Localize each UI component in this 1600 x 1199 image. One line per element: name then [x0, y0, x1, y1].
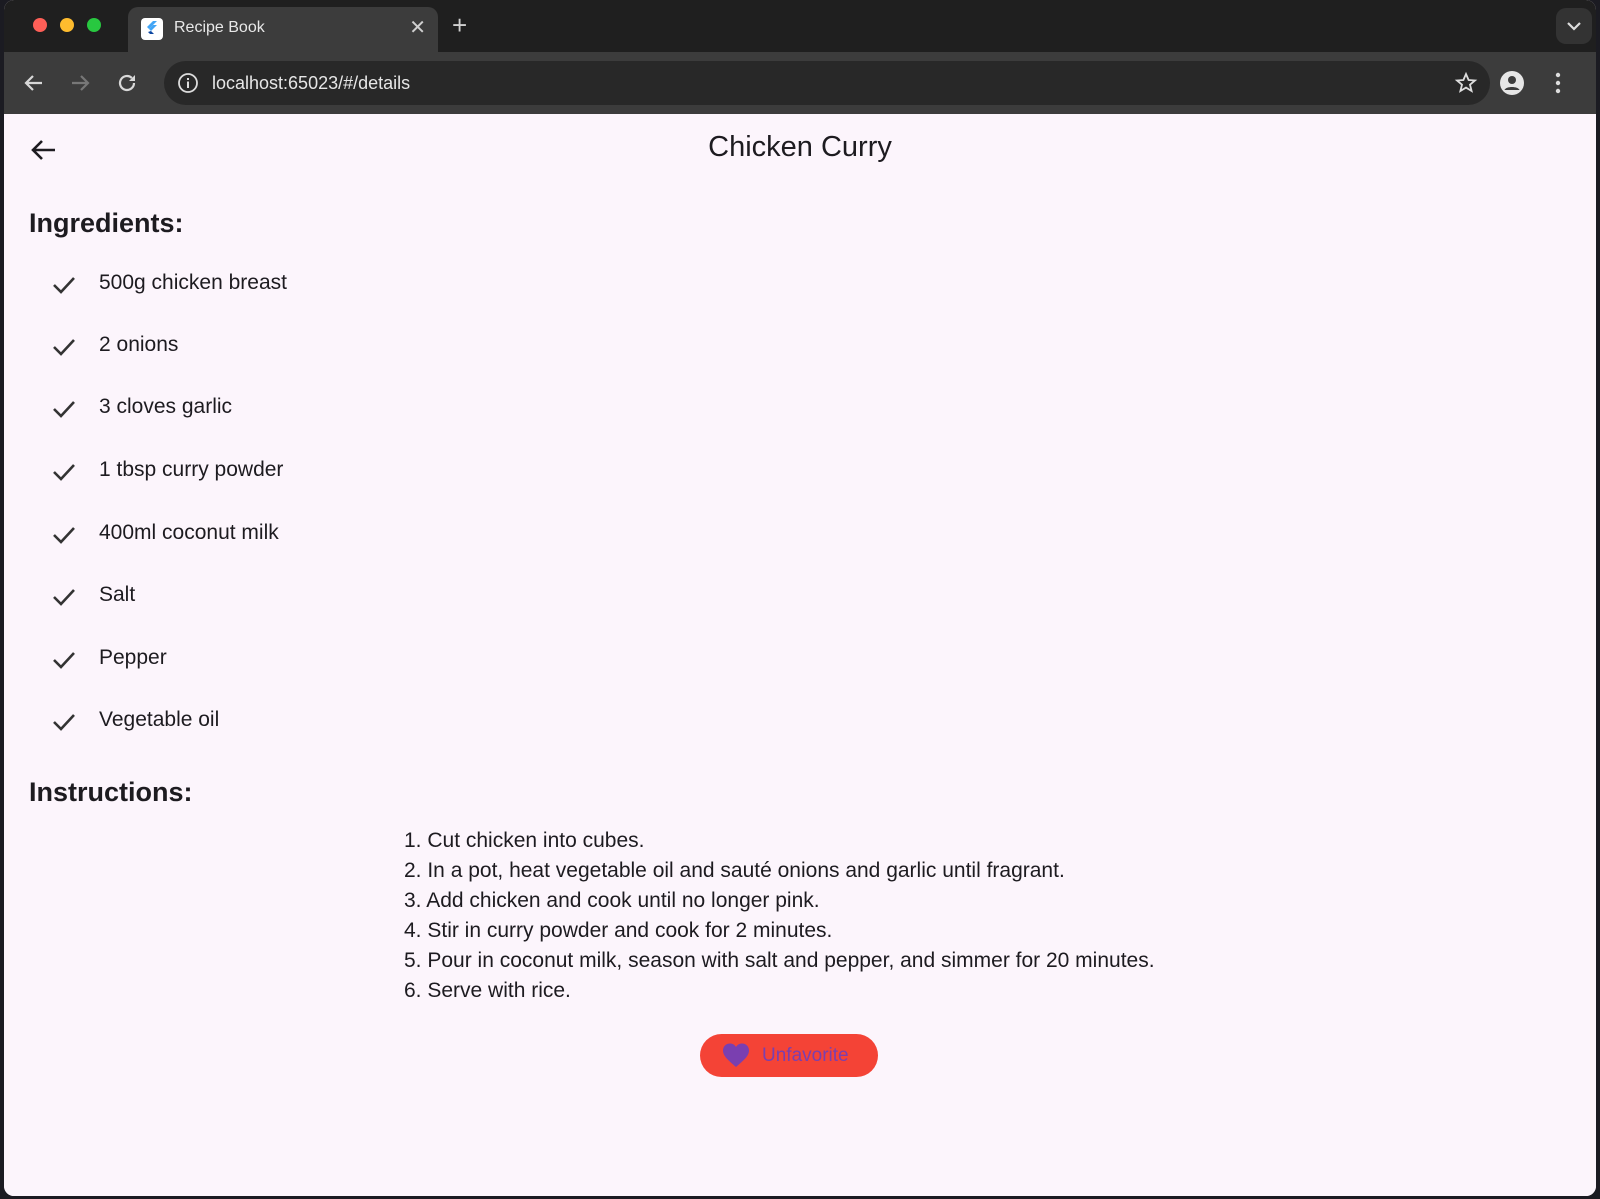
address-bar[interactable]: localhost:65023/#/details [164, 61, 1490, 105]
ingredient-label: 400ml coconut milk [99, 521, 279, 544]
instruction-step: 3. Add chicken and cook until no longer … [404, 889, 820, 912]
check-icon [53, 277, 75, 294]
new-tab-button[interactable]: + [452, 10, 467, 40]
ingredient-label: Vegetable oil [99, 708, 220, 731]
flutter-favicon-icon [141, 18, 163, 40]
check-icon [53, 652, 75, 669]
browser-back-icon[interactable] [18, 67, 50, 99]
tab-title: Recipe Book [174, 19, 265, 36]
reload-icon[interactable] [111, 67, 143, 99]
check-icon [53, 339, 75, 356]
minimize-window-button[interactable] [60, 18, 74, 32]
maximize-window-button[interactable] [87, 18, 101, 32]
instructions-heading: Instructions: [29, 777, 193, 807]
tab-close-icon[interactable]: ✕ [409, 16, 426, 40]
ingredient-label: Pepper [99, 646, 167, 669]
bookmark-star-icon[interactable] [1454, 71, 1478, 95]
unfavorite-button[interactable]: Unfavorite [700, 1034, 878, 1077]
browser-window: Recipe Book ✕ + localhost:65023/#/detail… [4, 0, 1596, 1196]
browser-tab[interactable]: Recipe Book ✕ [128, 7, 438, 52]
check-icon [53, 464, 75, 481]
instruction-step: 4. Stir in curry powder and cook for 2 m… [404, 919, 833, 942]
tab-strip: Recipe Book ✕ + [4, 0, 1596, 52]
browser-menu-icon[interactable] [1542, 67, 1574, 99]
ingredients-heading: Ingredients: [29, 208, 184, 238]
check-icon [53, 589, 75, 606]
ingredient-label: 1 tbsp curry powder [99, 458, 284, 481]
heart-icon [723, 1043, 749, 1067]
instruction-step: 5. Pour in coconut milk, season with sal… [404, 949, 1155, 972]
instruction-step: 2. In a pot, heat vegetable oil and saut… [404, 859, 1065, 882]
ingredient-label: Salt [99, 583, 136, 606]
instructions-list: 1. Cut chicken into cubes. 2. In a pot, … [404, 826, 1155, 1006]
ingredient-label: 500g chicken breast [99, 271, 287, 294]
check-icon [53, 714, 75, 731]
url-text[interactable]: localhost:65023/#/details [212, 73, 410, 94]
recipe-details-page: Chicken Curry Ingredients: 500g chicken … [4, 114, 1596, 1196]
site-info-icon[interactable] [176, 71, 200, 95]
unfavorite-label: Unfavorite [762, 1045, 849, 1066]
chevron-down-icon [1567, 22, 1581, 31]
instruction-step: 6. Serve with rice. [404, 979, 571, 1002]
ingredient-label: 3 cloves garlic [99, 395, 233, 418]
profile-avatar-icon[interactable] [1496, 67, 1528, 99]
page-title: Chicken Curry [708, 131, 892, 163]
close-window-button[interactable] [33, 18, 47, 32]
instruction-step: 1. Cut chicken into cubes. [404, 829, 645, 852]
browser-toolbar: localhost:65023/#/details [4, 52, 1596, 114]
check-icon [53, 527, 75, 544]
tab-search-button[interactable] [1556, 8, 1592, 44]
check-icon [53, 401, 75, 418]
ingredient-label: 2 onions [99, 333, 179, 356]
browser-forward-icon[interactable] [64, 67, 96, 99]
